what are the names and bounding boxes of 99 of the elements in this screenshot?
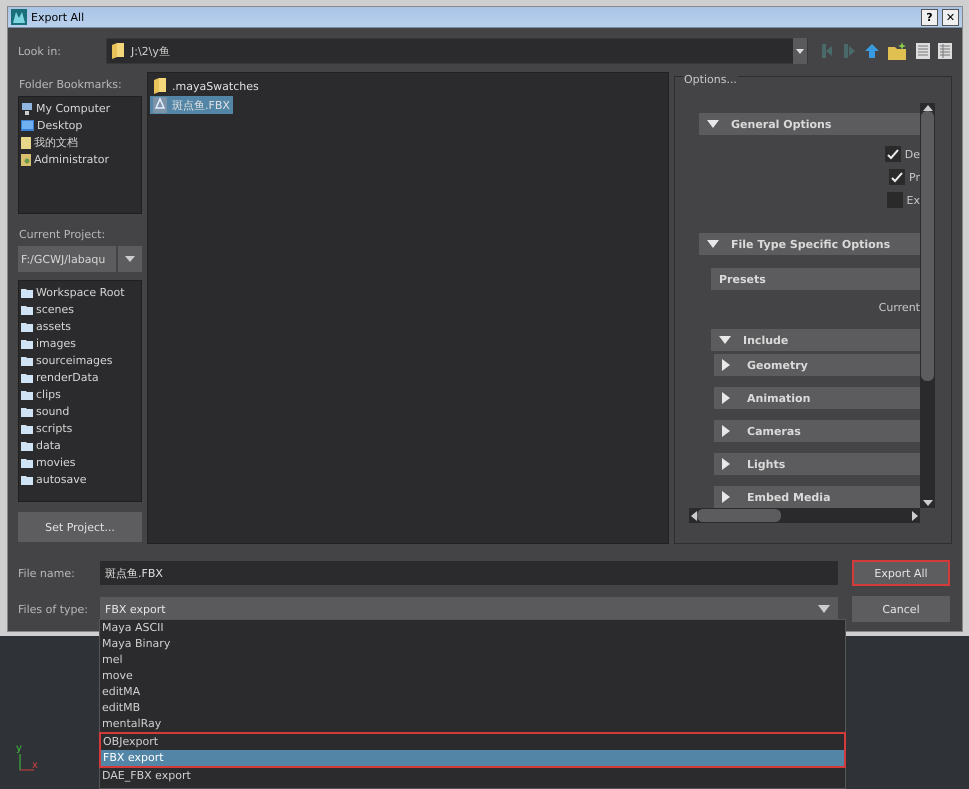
file-type-option[interactable]: move — [100, 668, 845, 684]
scroll-down-arrow-icon[interactable] — [922, 500, 932, 508]
section-header[interactable]: Include — [711, 329, 920, 351]
scroll-right-arrow-icon[interactable] — [912, 510, 920, 520]
folder-icon — [21, 390, 33, 400]
folder-icon — [153, 78, 167, 94]
file-type-option[interactable]: mel — [100, 652, 845, 668]
folder-icon — [21, 424, 33, 434]
project-label: Current Project: — [19, 228, 106, 241]
folder-icon — [21, 440, 33, 450]
computer-icon — [21, 102, 33, 114]
section-header[interactable]: Cameras — [714, 420, 920, 442]
file-type-combo[interactable]: FBX export — [100, 597, 838, 621]
checkbox-label: De — [904, 148, 920, 160]
project-folder-item[interactable]: clips — [21, 386, 139, 403]
dropdown-arrow-icon[interactable] — [818, 605, 830, 613]
document-folder-icon — [21, 136, 31, 148]
caret-right-icon[interactable] — [722, 491, 730, 503]
user-folder-icon — [21, 154, 31, 166]
file-type-option[interactable]: DAE_FBX export — [100, 768, 845, 784]
preset-value: Current — [878, 301, 920, 314]
folder-icon — [21, 474, 33, 484]
presets-header[interactable]: Presets — [711, 268, 920, 290]
horizontal-scrollbar[interactable] — [689, 508, 920, 523]
section-header[interactable]: Lights — [714, 453, 920, 475]
axis-gizmo-drawing: y x — [12, 742, 42, 776]
file-name-label: File name: — [18, 566, 76, 580]
up-arrow-icon[interactable] — [864, 43, 880, 59]
file-type-option[interactable]: OBJexport — [101, 734, 844, 750]
window-title: Export All — [31, 10, 86, 24]
folder-icon — [111, 43, 125, 59]
checkbox-label: Ex — [906, 194, 920, 206]
folder-icon — [21, 372, 33, 382]
project-folder-item[interactable]: Workspace Root — [21, 284, 139, 301]
project-folder-item[interactable]: data — [21, 437, 139, 454]
export-all-button[interactable]: Export All — [852, 560, 950, 586]
scroll-up-arrow-icon[interactable] — [922, 103, 932, 111]
caret-down-icon[interactable] — [707, 120, 719, 128]
list-view-icon[interactable] — [916, 43, 930, 59]
caret-right-icon[interactable] — [722, 392, 730, 404]
file-type-option[interactable]: mentalRay — [100, 716, 845, 732]
project-folder-item[interactable]: scripts — [21, 420, 139, 437]
checkbox[interactable] — [889, 169, 906, 185]
file-name-field[interactable]: 斑点鱼.FBX — [100, 561, 838, 585]
scroll-left-arrow-icon[interactable] — [689, 510, 697, 520]
bookmark-item[interactable]: Desktop — [21, 117, 139, 134]
options-title: Options... — [683, 73, 738, 86]
folder-icon — [21, 288, 33, 298]
section-header[interactable]: Animation — [714, 387, 920, 409]
caret-down-icon[interactable] — [707, 240, 719, 248]
section-header[interactable]: General Options — [699, 113, 920, 135]
bookmarks-label: Folder Bookmarks: — [19, 78, 123, 91]
project-folder-item[interactable]: renderData — [21, 369, 139, 386]
detail-view-icon[interactable] — [938, 43, 952, 59]
bookmark-item[interactable]: My Computer — [21, 100, 139, 117]
folder-icon — [21, 458, 33, 468]
project-combo[interactable]: F:/GCWJ/labaqu — [18, 246, 116, 272]
checkbox[interactable] — [886, 192, 903, 208]
folder-icon — [21, 304, 33, 314]
file-type-option[interactable]: editMB — [100, 700, 845, 716]
section-header[interactable]: File Type Specific Options — [699, 233, 920, 255]
look-in-label: Look in: — [18, 44, 62, 58]
folder-icon — [21, 338, 33, 348]
checkbox-label: Pr — [909, 170, 920, 184]
app-icon — [11, 9, 27, 25]
project-folder-item[interactable]: sound — [21, 403, 139, 420]
help-button[interactable]: ? — [921, 8, 938, 26]
file-type-label: Files of type: — [18, 602, 90, 616]
cancel-button[interactable]: Cancel — [852, 596, 950, 622]
file-type-option[interactable]: editMA — [100, 684, 845, 700]
set-project-button[interactable]: Set Project... — [18, 512, 142, 542]
project-folder-item[interactable]: sourceimages — [21, 352, 139, 369]
project-folder-item[interactable]: images — [21, 335, 139, 352]
project-folder-item[interactable]: movies — [21, 454, 139, 471]
folder-icon — [21, 356, 33, 366]
vertical-scrollbar[interactable] — [920, 103, 935, 508]
folder-icon — [21, 406, 33, 416]
close-button[interactable]: ✕ — [942, 8, 959, 26]
file-type-option[interactable]: Maya Binary — [100, 636, 845, 652]
folder-icon — [21, 322, 33, 332]
bookmark-item[interactable]: 我的文档 — [21, 134, 139, 151]
caret-right-icon[interactable] — [722, 425, 730, 437]
look-in-combo[interactable]: J:\2\y鱼 — [106, 38, 808, 64]
file-type-option[interactable]: FBX export — [101, 750, 844, 766]
caret-right-icon[interactable] — [722, 359, 730, 371]
desktop-icon — [21, 120, 34, 131]
project-folder-item[interactable]: assets — [21, 318, 139, 335]
new-folder-icon[interactable] — [888, 42, 908, 60]
file-item[interactable]: .mayaSwatches — [150, 77, 262, 95]
caret-right-icon[interactable] — [722, 458, 730, 470]
caret-down-icon[interactable] — [719, 336, 731, 344]
bookmark-item[interactable]: Administrator — [21, 151, 139, 168]
project-folder-item[interactable]: autosave — [21, 471, 139, 488]
file-type-option[interactable]: Maya ASCII — [100, 620, 845, 636]
project-folder-item[interactable]: scenes — [21, 301, 139, 318]
section-header[interactable]: Geometry — [714, 354, 920, 376]
checkbox[interactable] — [884, 146, 901, 162]
file-icon — [153, 97, 167, 113]
section-header[interactable]: Embed Media — [714, 486, 920, 508]
